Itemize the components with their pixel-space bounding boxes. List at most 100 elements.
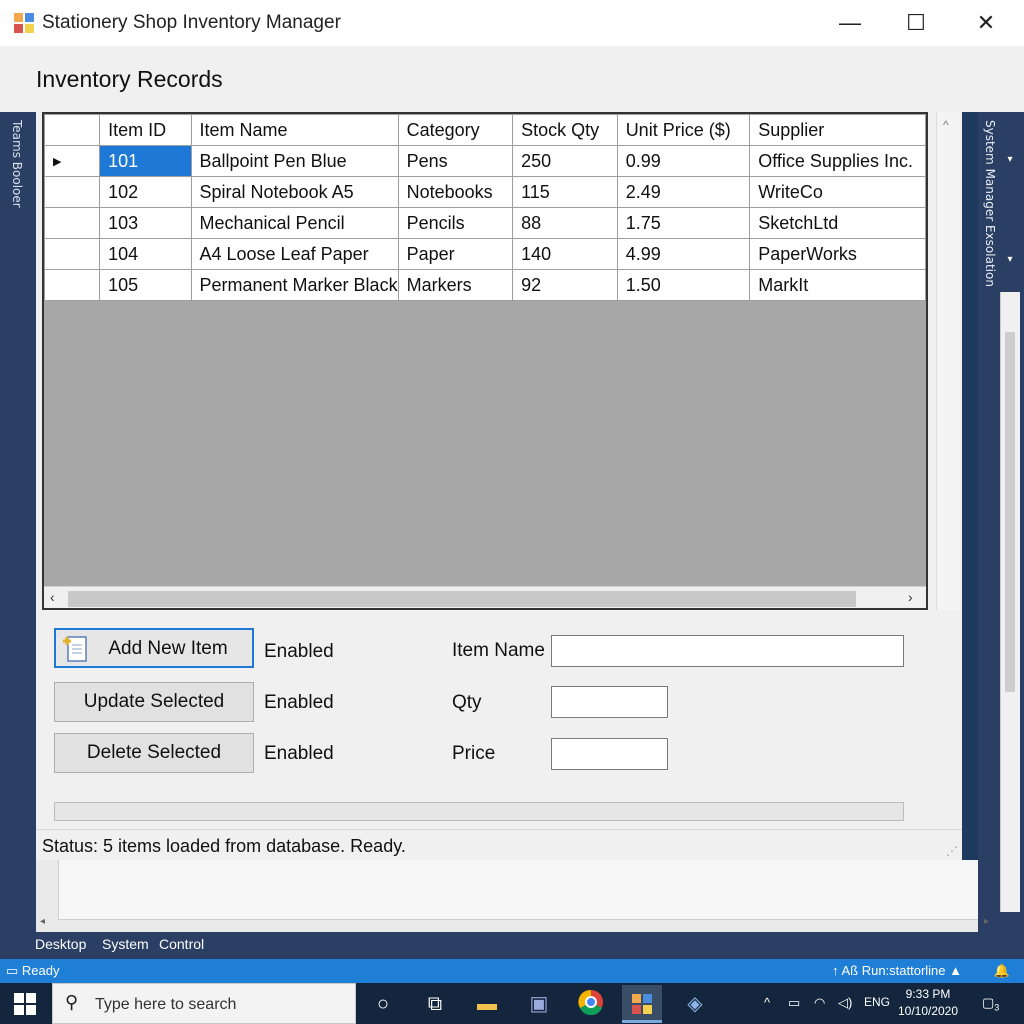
resize-grip-icon[interactable]: ⋰ bbox=[946, 844, 958, 858]
cell-item-id[interactable]: 103 bbox=[99, 207, 192, 239]
cell-supplier[interactable]: PaperWorks bbox=[749, 238, 926, 270]
cell-category[interactable]: Paper bbox=[397, 238, 514, 270]
column-header-item-id[interactable]: Item ID bbox=[99, 114, 192, 146]
grid-horizontal-scrollbar[interactable]: ‹ › bbox=[44, 586, 926, 608]
battery-icon[interactable]: ▭ bbox=[788, 995, 800, 1011]
cell-item-id[interactable]: 105 bbox=[99, 269, 192, 301]
right-scrollbar[interactable] bbox=[1000, 292, 1020, 912]
update-selected-button[interactable]: Update Selected bbox=[54, 682, 254, 722]
ide-status-text: Ready bbox=[21, 963, 60, 978]
delete-selected-button[interactable]: Delete Selected bbox=[54, 733, 254, 773]
scrollbar-thumb[interactable] bbox=[68, 591, 856, 607]
price-input[interactable] bbox=[551, 738, 668, 770]
task-view-circle-icon[interactable]: ○ bbox=[368, 989, 398, 1019]
table-row[interactable]: 104 A4 Loose Leaf Paper Paper 140 4.99 P… bbox=[44, 238, 926, 270]
cell-unit-price[interactable]: 4.99 bbox=[616, 238, 751, 270]
taskbar-search-box[interactable]: ⚲ Type here to search bbox=[52, 983, 356, 1024]
cell-unit-price[interactable]: 2.49 bbox=[616, 176, 751, 208]
row-header[interactable] bbox=[44, 176, 101, 208]
form-vertical-scrollbar[interactable]: ^ bbox=[936, 112, 960, 610]
store-icon[interactable]: ▣ bbox=[524, 989, 554, 1019]
add-new-item-button[interactable]: Add New Item bbox=[54, 628, 254, 668]
app-window: Stationery Shop Inventory Manager — ☐ ✕ … bbox=[0, 0, 1024, 112]
table-row[interactable]: 102 Spiral Notebook A5 Notebooks 115 2.4… bbox=[44, 176, 926, 208]
cell-stock-qty[interactable]: 92 bbox=[512, 269, 618, 301]
cell-item-id[interactable]: 104 bbox=[99, 238, 192, 270]
column-header-supplier[interactable]: Supplier bbox=[749, 114, 926, 146]
volume-icon[interactable]: ◁) bbox=[838, 995, 852, 1011]
cell-supplier[interactable]: SketchLtd bbox=[749, 207, 926, 239]
cell-category[interactable]: Notebooks bbox=[397, 176, 514, 208]
cell-supplier[interactable]: Office Supplies Inc. bbox=[749, 145, 926, 177]
title-bar[interactable]: Stationery Shop Inventory Manager — ☐ ✕ bbox=[0, 0, 1024, 46]
scroll-right-icon[interactable]: › bbox=[908, 589, 913, 605]
cell-item-name[interactable]: Mechanical Pencil bbox=[190, 207, 399, 239]
chrome-icon[interactable] bbox=[576, 989, 606, 1019]
chevron-down-icon[interactable]: ▾ bbox=[1002, 252, 1018, 268]
cell-item-id[interactable]: 101 bbox=[99, 145, 192, 177]
cell-item-name[interactable]: Permanent Marker Black bbox=[190, 269, 399, 301]
maximize-button[interactable]: ☐ bbox=[894, 8, 938, 38]
windows-start-icon[interactable] bbox=[14, 993, 36, 1015]
inventory-grid[interactable]: Item ID Item Name Category Stock Qty Uni… bbox=[42, 112, 928, 610]
cell-stock-qty[interactable]: 88 bbox=[512, 207, 618, 239]
ide-status-right[interactable]: ↑ Aß Run:stattorline ▲ bbox=[832, 963, 962, 978]
notification-center-icon[interactable]: ▢3 bbox=[982, 995, 999, 1013]
column-header-unit-price[interactable]: Unit Price ($) bbox=[616, 114, 751, 146]
cell-stock-qty[interactable]: 140 bbox=[512, 238, 618, 270]
scroll-up-icon[interactable]: ^ bbox=[943, 118, 949, 132]
tab-control[interactable]: Control bbox=[159, 936, 204, 952]
language-indicator[interactable]: ENG bbox=[864, 995, 890, 1009]
right-panel-label[interactable]: System Manager Exsolation bbox=[981, 120, 998, 287]
column-header-stock-qty[interactable]: Stock Qty bbox=[512, 114, 618, 146]
tray-chevron-icon[interactable]: ^ bbox=[764, 995, 770, 1010]
cell-stock-qty[interactable]: 115 bbox=[512, 176, 618, 208]
ide-bottom-tabs: Desktop System Control bbox=[0, 932, 1024, 959]
cell-unit-price[interactable]: 1.50 bbox=[616, 269, 751, 301]
cell-item-name[interactable]: Spiral Notebook A5 bbox=[190, 176, 399, 208]
table-row[interactable]: 103 Mechanical Pencil Pencils 88 1.75 Sk… bbox=[44, 207, 926, 239]
wifi-icon[interactable]: ◠ bbox=[814, 995, 825, 1011]
table-row[interactable]: ▶ 101 Ballpoint Pen Blue Pens 250 0.99 O… bbox=[44, 145, 926, 177]
cell-category[interactable]: Markers bbox=[397, 269, 514, 301]
notification-bell-icon[interactable]: 🔔 bbox=[994, 963, 1010, 979]
column-header-item-name[interactable]: Item Name bbox=[190, 114, 399, 146]
chevron-down-icon[interactable]: ▾ bbox=[1002, 152, 1018, 168]
item-name-input[interactable] bbox=[551, 635, 904, 667]
cell-unit-price[interactable]: 0.99 bbox=[616, 145, 751, 177]
cell-category[interactable]: Pencils bbox=[397, 207, 514, 239]
close-button[interactable]: ✕ bbox=[964, 8, 1008, 38]
minimize-button[interactable]: — bbox=[828, 8, 872, 38]
search-placeholder: Type here to search bbox=[95, 996, 237, 1013]
row-header[interactable] bbox=[44, 207, 101, 239]
cell-item-name[interactable]: A4 Loose Leaf Paper bbox=[190, 238, 399, 270]
row-header[interactable] bbox=[44, 269, 101, 301]
tab-system[interactable]: System bbox=[102, 936, 149, 952]
ide-status-ready: ▭ Ready bbox=[6, 963, 60, 979]
cell-item-id[interactable]: 102 bbox=[99, 176, 192, 208]
right-tool-panel: System Manager Exsolation ▾ ▾ bbox=[978, 112, 1024, 932]
cell-supplier[interactable]: MarkIt bbox=[749, 269, 926, 301]
inventory-app-taskbar-icon[interactable] bbox=[622, 985, 662, 1023]
teams-icon[interactable]: ◈ bbox=[680, 989, 710, 1019]
cell-unit-price[interactable]: 1.75 bbox=[616, 207, 751, 239]
cell-stock-qty[interactable]: 250 bbox=[512, 145, 618, 177]
scroll-left-icon[interactable]: ‹ bbox=[50, 589, 55, 605]
scrollbar-thumb[interactable] bbox=[1005, 332, 1015, 692]
row-header[interactable] bbox=[44, 238, 101, 270]
qty-input[interactable] bbox=[551, 686, 668, 718]
taskbar-clock[interactable]: 9:33 PM 10/10/2020 bbox=[888, 986, 968, 1020]
column-header-category[interactable]: Category bbox=[397, 114, 514, 146]
tab-desktop[interactable]: Desktop bbox=[35, 936, 86, 952]
scroll-left-icon[interactable]: ◂ bbox=[40, 916, 45, 927]
file-explorer-icon[interactable]: ▬ bbox=[472, 989, 502, 1019]
table-row[interactable]: 105 Permanent Marker Black Markers 92 1.… bbox=[44, 269, 926, 301]
scroll-right-icon[interactable]: ▸ bbox=[984, 916, 989, 927]
task-view-icon[interactable]: ⧉ bbox=[420, 989, 450, 1019]
row-selector-arrow-icon[interactable]: ▶ bbox=[44, 145, 101, 177]
background-editor: ◂ ▸ bbox=[36, 860, 989, 932]
cell-item-name[interactable]: Ballpoint Pen Blue bbox=[190, 145, 399, 177]
cell-supplier[interactable]: WriteCo bbox=[749, 176, 926, 208]
cell-category[interactable]: Pens bbox=[397, 145, 514, 177]
left-panel-label[interactable]: Teams Booloer bbox=[10, 120, 24, 208]
